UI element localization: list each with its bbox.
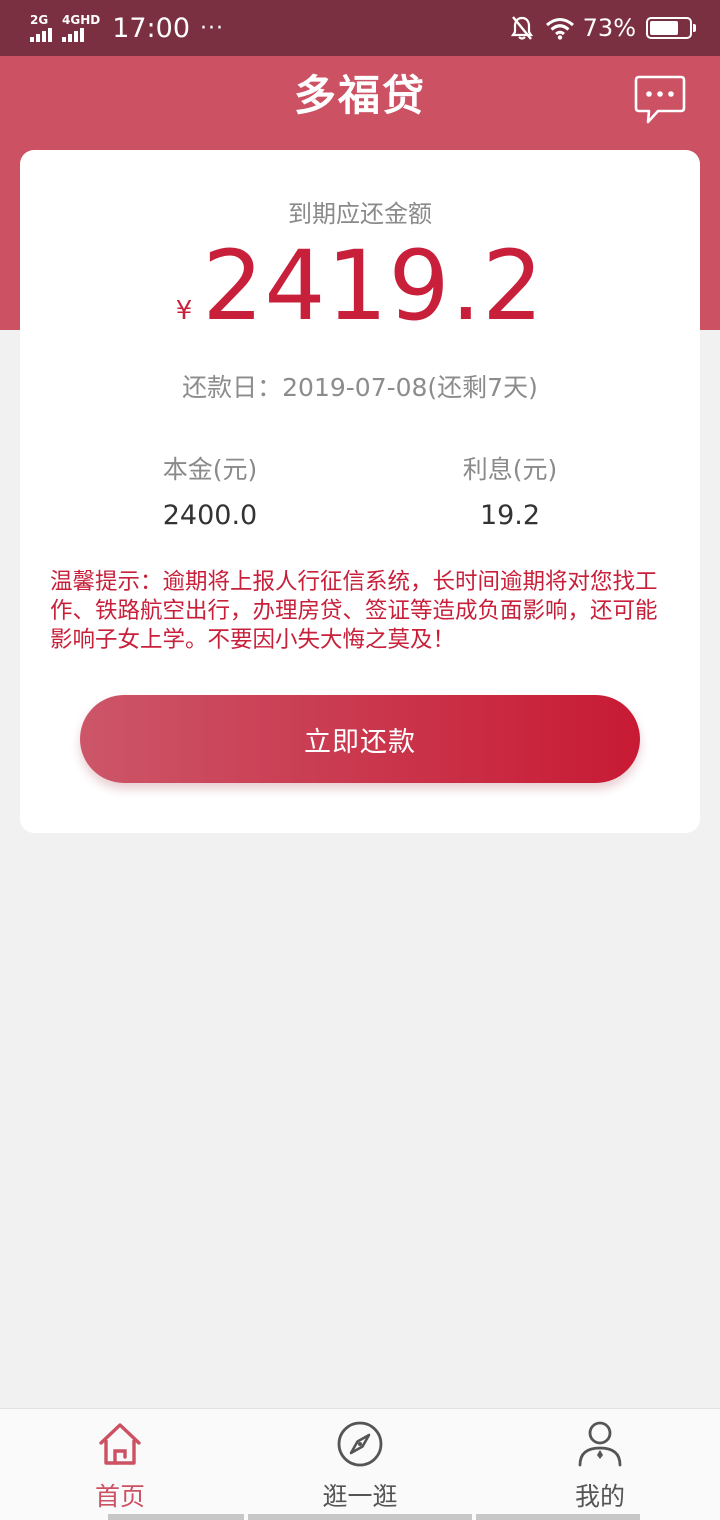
compass-icon — [337, 1421, 383, 1467]
repay-now-button[interactable]: 立即还款 — [80, 695, 640, 783]
principal-value: 2400.0 — [162, 500, 258, 531]
tab-mine[interactable]: 我的 — [510, 1409, 690, 1520]
tab-mine-label: 我的 — [574, 1482, 625, 1511]
bottom-tab-bar: 首页 逛一逛 我的 — [0, 1408, 720, 1520]
interest-label: 利息(元) — [462, 455, 558, 484]
due-date: 还款日：2019-07-08(还剩7天) — [182, 373, 538, 402]
tab-discover[interactable]: 逛一逛 — [270, 1409, 450, 1520]
status-right: 73% — [510, 14, 696, 42]
status-time: 17:00 — [112, 12, 191, 44]
principal-label: 本金(元) — [162, 455, 258, 484]
tab-home-label: 首页 — [94, 1482, 145, 1511]
repayment-card: 到期应还金额 ¥ 2419.2 还款日：2019-07-08(还剩7天) 本金(… — [20, 150, 700, 833]
status-left: 2G 4GHD 17:00 ··· — [30, 13, 224, 44]
home-indicator — [248, 1514, 472, 1520]
status-bar: 2G 4GHD 17:00 ··· 73% — [0, 0, 720, 56]
currency-symbol: ¥ — [175, 296, 193, 326]
battery-level — [650, 21, 678, 35]
signal-icon: 4GHD — [62, 14, 100, 42]
home-icon — [99, 1423, 141, 1465]
home-indicator — [108, 1514, 244, 1520]
status-more-dots: ··· — [200, 15, 224, 41]
tab-home[interactable]: 首页 — [30, 1409, 210, 1520]
battery-icon — [646, 17, 696, 39]
home-indicator — [476, 1514, 640, 1520]
warning-text: 温馨提示：逾期将上报人行征信系统，长时间逾期将对您找工作、铁路航空出行，办理房贷… — [50, 569, 658, 653]
principal-column: 本金(元) 2400.0 — [100, 450, 320, 531]
user-icon — [578, 1421, 622, 1467]
wifi-icon — [545, 16, 575, 40]
screen: 2G 4GHD 17:00 ··· 73% 多福贷 到期应还金额 ¥ 2419.… — [0, 0, 720, 1520]
due-amount-label: 到期应还金额 — [288, 200, 432, 228]
mute-bell-icon — [510, 15, 533, 41]
interest-column: 利息(元) 19.2 — [400, 450, 620, 531]
interest-value: 19.2 — [479, 500, 541, 531]
tab-discover-label: 逛一逛 — [322, 1482, 398, 1511]
battery-percent: 73% — [582, 14, 636, 42]
network-type-1: 2G — [30, 13, 49, 27]
network-type-2: 4GHD — [62, 13, 101, 27]
app-title: 多福贷 — [293, 71, 426, 120]
amount-row: ¥ 2419.2 — [20, 236, 700, 336]
due-amount: 2419.2 — [202, 230, 545, 342]
signal-icon: 2G — [30, 14, 54, 42]
chat-bubble-icon[interactable] — [634, 74, 686, 126]
